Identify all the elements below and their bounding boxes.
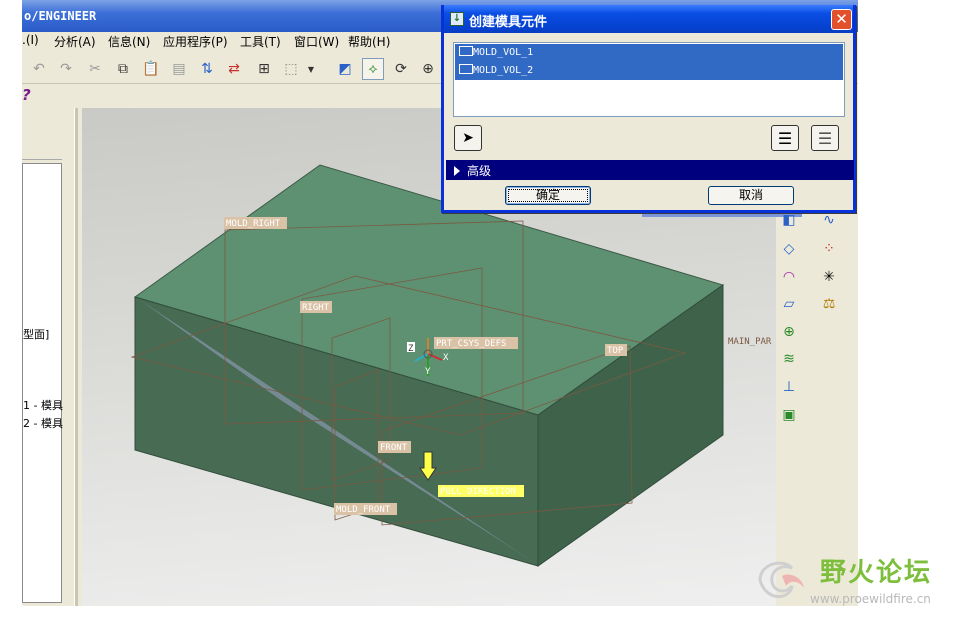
close-icon[interactable]: ✕ xyxy=(831,9,852,30)
analysis-icon[interactable]: ⚖ xyxy=(818,293,840,315)
menu-item-window[interactable]: 窗口(W) xyxy=(294,33,339,50)
label-top: TOP xyxy=(607,346,624,356)
list-item[interactable]: MOLD_VOL_2 xyxy=(455,62,843,80)
select-arrow-icon[interactable]: ➤ xyxy=(454,125,482,151)
dialog-title-bar: ↓ 创建模具元件 ✕ xyxy=(444,5,853,33)
menu-item-analysis[interactable]: 分析(A) xyxy=(54,33,96,50)
paste-icon[interactable]: 📋 xyxy=(140,58,162,80)
volume-icon xyxy=(459,46,473,56)
cancel-button[interactable]: 取消 xyxy=(708,186,794,205)
dialog-title: 创建模具元件 xyxy=(469,15,548,30)
select-all-icon[interactable]: ☰ xyxy=(771,125,799,151)
menu-item-info[interactable]: 信息(N) xyxy=(108,33,150,50)
menu-item-insert[interactable]: .(I) xyxy=(22,33,39,47)
menu-item-tools[interactable]: 工具(T) xyxy=(240,33,281,50)
cut-icon[interactable]: ✂ xyxy=(84,58,106,80)
csys-icon[interactable]: ✳ xyxy=(818,266,840,288)
regenerate-icon[interactable]: ⇅ xyxy=(196,58,218,80)
select-box-icon[interactable]: ⬚ xyxy=(280,58,302,80)
orient-icon[interactable]: ⟳ xyxy=(390,58,412,80)
deselect-all-icon[interactable]: ☰ xyxy=(811,125,839,151)
watermark-url: www.proewildfire.cn xyxy=(810,592,931,606)
model-tree: 型面] 1 - 模具 2 - 模具 xyxy=(22,163,63,603)
tree-item[interactable]: 2 - 模具 xyxy=(23,415,63,431)
context-help-icon[interactable]: ? xyxy=(22,86,31,104)
regenerate-manager-icon[interactable]: ⇄ xyxy=(223,58,245,80)
label-axis-x: X xyxy=(443,353,449,363)
mold-component-icon[interactable]: ▣ xyxy=(778,404,800,426)
volume-list[interactable]: MOLD_VOL_1 MOLD_VOL_2 xyxy=(453,42,845,117)
list-item[interactable]: MOLD_VOL_1 xyxy=(455,44,843,62)
repaint-icon[interactable]: ◩ xyxy=(334,58,356,80)
ok-button[interactable]: 确定 xyxy=(505,186,591,205)
copy-icon[interactable]: ⧉ xyxy=(112,58,134,80)
paste-special-icon[interactable]: ▤ xyxy=(168,58,190,80)
model-tree-header xyxy=(22,138,62,160)
label-prt-csys: PRT_CSYS_DEFS xyxy=(436,339,506,349)
label-pull-direction: PULL DIRECTION xyxy=(440,487,516,497)
volume-icon xyxy=(459,64,473,74)
datum-point-icon[interactable]: ⁘ xyxy=(818,238,840,260)
label-right: RIGHT xyxy=(302,303,330,313)
datum-axis-icon[interactable]: ◇ xyxy=(778,238,800,260)
tree-item[interactable]: 1 - 模具 xyxy=(23,397,63,413)
undo-icon[interactable]: ↶ xyxy=(28,58,50,80)
label-front: FRONT xyxy=(380,443,408,453)
menu-item-help[interactable]: 帮助(H) xyxy=(348,33,390,50)
label-mold-front: MOLD_FRONT xyxy=(336,505,391,515)
spin-center-icon[interactable]: ⟡ xyxy=(362,58,384,80)
tree-item[interactable]: 型面] xyxy=(23,326,49,342)
watermark-title: 野火论坛 xyxy=(820,558,933,588)
parting-surface-icon[interactable]: ≋ xyxy=(778,348,800,370)
window-title: o/ENGINEER xyxy=(24,9,97,23)
extrude-icon[interactable]: ▱ xyxy=(778,293,800,315)
dialog-app-icon: ↓ xyxy=(450,12,464,26)
label-axis-z: Z xyxy=(408,344,414,354)
mold-volume-icon[interactable]: ⊕ xyxy=(778,321,800,343)
chevron-down-icon[interactable]: ▼ xyxy=(306,58,316,80)
split-icon[interactable]: ⊥ xyxy=(778,376,800,398)
forum-watermark: 野火论坛 www.proewildfire.cn xyxy=(752,548,962,618)
label-mold-right: MOLD_RIGHT xyxy=(226,219,281,229)
label-main-par: MAIN_PAR xyxy=(728,337,772,347)
sash-grip[interactable] xyxy=(74,108,78,606)
redo-icon[interactable]: ↷ xyxy=(55,58,77,80)
flame-logo-icon xyxy=(758,561,804,598)
expand-triangle-icon xyxy=(454,166,460,176)
menu-item-applications[interactable]: 应用程序(P) xyxy=(163,33,228,50)
label-axis-y: Y xyxy=(425,367,431,377)
create-mold-component-dialog: ↓ 创建模具元件 ✕ MOLD_VOL_1 MOLD_VOL_2 ➤ ☰ ☰ 高… xyxy=(441,5,856,213)
find-icon[interactable]: ⊞ xyxy=(253,58,275,80)
sketch-icon[interactable]: ◠ xyxy=(778,266,800,288)
advanced-section-header[interactable]: 高级 xyxy=(446,160,854,180)
zoom-in-icon[interactable]: ⊕ xyxy=(417,58,439,80)
